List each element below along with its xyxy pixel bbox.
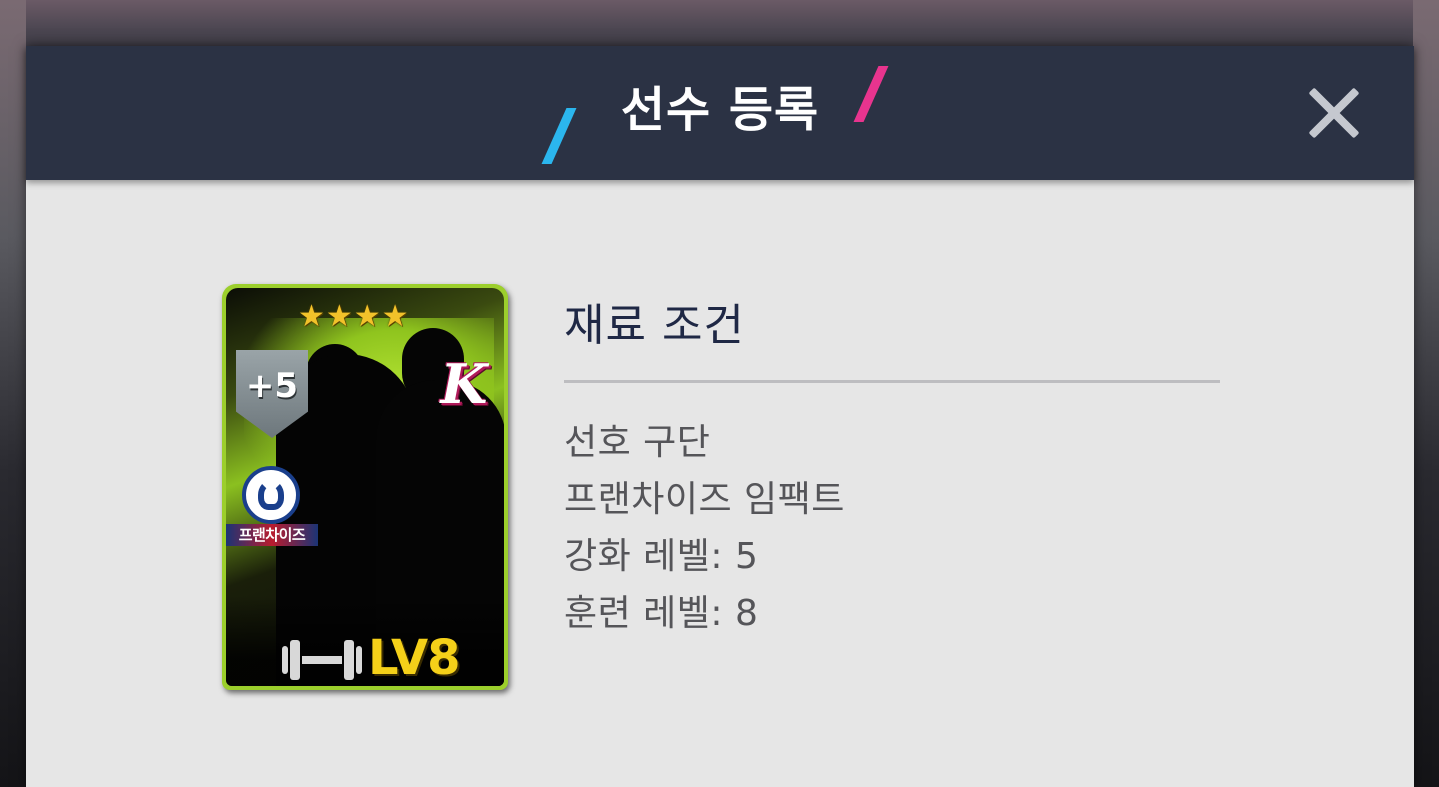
- dumbbell-icon: [282, 640, 362, 680]
- training-level: LV8: [368, 630, 461, 686]
- player-card[interactable]: ★★★★ +5 K 프랜차이즈 LV8: [222, 284, 508, 690]
- team-emblem: K: [440, 352, 488, 416]
- enhance-level-badge: +5: [245, 366, 299, 406]
- divider: [564, 380, 1220, 383]
- requirement-item: 강화 레벨: 5: [564, 536, 759, 577]
- background-right: [1413, 0, 1439, 787]
- background-left: [0, 0, 26, 787]
- requirements-list: 선호 구단 프랜차이즈 임팩트 강화 레벨: 5 훈련 레벨: 8: [564, 414, 845, 642]
- requirement-item: 훈련 레벨: 8: [564, 593, 759, 634]
- close-button[interactable]: [1298, 78, 1370, 150]
- requirement-item: 선호 구단: [564, 422, 711, 463]
- card-artwork: ★★★★ +5 K 프랜차이즈 LV8: [226, 288, 504, 686]
- franchise-label: 프랜차이즈: [226, 524, 318, 546]
- team-logo-icon: [242, 466, 300, 524]
- requirements-title: 재료 조건: [564, 300, 745, 351]
- player-registration-dialog: 선수 등록 ★★★★ +5 K 프랜차이즈 LV8 재료 조건 선호 구단 프랜…: [26, 46, 1414, 787]
- requirement-item: 프랜차이즈 임팩트: [564, 479, 845, 520]
- dialog-title: 선수 등록: [620, 82, 820, 138]
- dialog-header: 선수 등록: [26, 46, 1414, 180]
- star-rating: ★★★★: [298, 299, 410, 334]
